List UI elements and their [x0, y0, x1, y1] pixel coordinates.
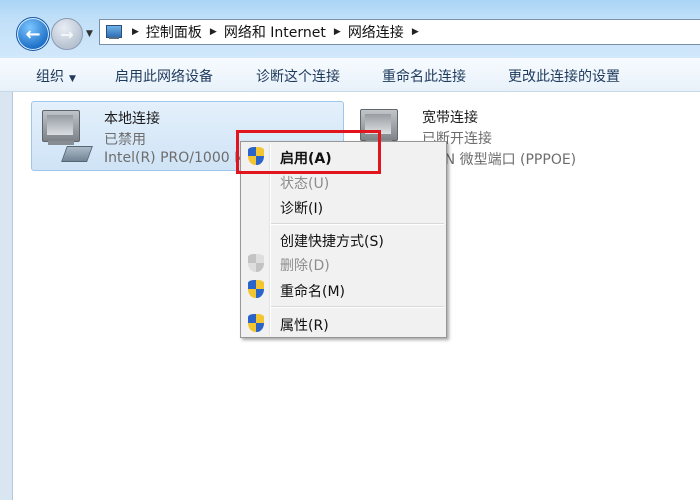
uac-shield-icon: [248, 314, 266, 334]
diagnose-button[interactable]: 诊断这个连接: [256, 66, 340, 86]
menu-separator: [271, 223, 444, 225]
menu-item-create-shortcut[interactable]: 创建快捷方式(S): [243, 228, 444, 252]
menu-item-rename[interactable]: 重命名(M): [243, 278, 444, 302]
uac-shield-icon: [248, 254, 266, 274]
command-bar: 组织 ▼ 启用此网络设备 诊断这个连接 重命名此连接 更改此连接的设置: [0, 58, 700, 92]
connection-status: 已禁用: [104, 132, 146, 148]
connection-name: 本地连接: [104, 111, 160, 127]
menu-separator: [271, 306, 444, 308]
navigation-bar: ← → ▼ ▶ 控制面板 ▶ 网络和 Internet ▶ 网络连接 ▶: [0, 0, 700, 58]
menu-item-label: 属性(R): [280, 318, 329, 334]
breadcrumb-separator-icon[interactable]: ▶: [334, 27, 341, 37]
back-arrow-icon: ←: [25, 23, 41, 45]
breadcrumb-separator-icon[interactable]: ▶: [412, 27, 419, 37]
menu-item-label: 状态(U): [280, 176, 330, 192]
navigation-pane-edge: [0, 92, 13, 500]
organize-menu-button[interactable]: 组织 ▼: [36, 66, 76, 86]
back-button[interactable]: ←: [16, 17, 50, 51]
change-settings-button[interactable]: 更改此连接的设置: [508, 66, 620, 86]
forward-arrow-icon: →: [60, 24, 74, 44]
menu-item-diagnose[interactable]: 诊断(I): [243, 195, 444, 219]
network-adapter-icon: [38, 108, 93, 164]
menu-item-label: 创建快捷方式(S): [280, 234, 384, 250]
organize-label: 组织: [36, 69, 64, 85]
uac-shield-icon: [248, 280, 266, 300]
recent-pages-dropdown-icon[interactable]: ▼: [86, 29, 93, 39]
connection-name: 宽带连接: [422, 110, 478, 126]
breadcrumb-separator-icon[interactable]: ▶: [210, 27, 217, 37]
menu-item-properties[interactable]: 属性(R): [243, 312, 444, 336]
breadcrumb-control-panel[interactable]: 控制面板: [146, 22, 202, 42]
address-bar[interactable]: ▶ 控制面板 ▶ 网络和 Internet ▶ 网络连接 ▶: [99, 19, 700, 45]
forward-button[interactable]: →: [51, 18, 83, 50]
control-panel-icon: [106, 24, 124, 40]
enable-device-button[interactable]: 启用此网络设备: [115, 66, 213, 86]
breadcrumb-network-internet[interactable]: 网络和 Internet: [224, 22, 326, 42]
menu-item-label: 重命名(M): [280, 284, 346, 300]
chevron-down-icon: ▼: [69, 74, 76, 84]
menu-item-label: 删除(D): [280, 258, 330, 274]
menu-item-delete[interactable]: 删除(D): [243, 252, 444, 276]
rename-button[interactable]: 重命名此连接: [382, 66, 466, 86]
menu-item-label: 诊断(I): [280, 201, 324, 217]
breadcrumb-separator-icon[interactable]: ▶: [132, 27, 139, 37]
highlight-annotation: [236, 130, 381, 174]
breadcrumb-network-connections[interactable]: 网络连接: [348, 22, 404, 42]
